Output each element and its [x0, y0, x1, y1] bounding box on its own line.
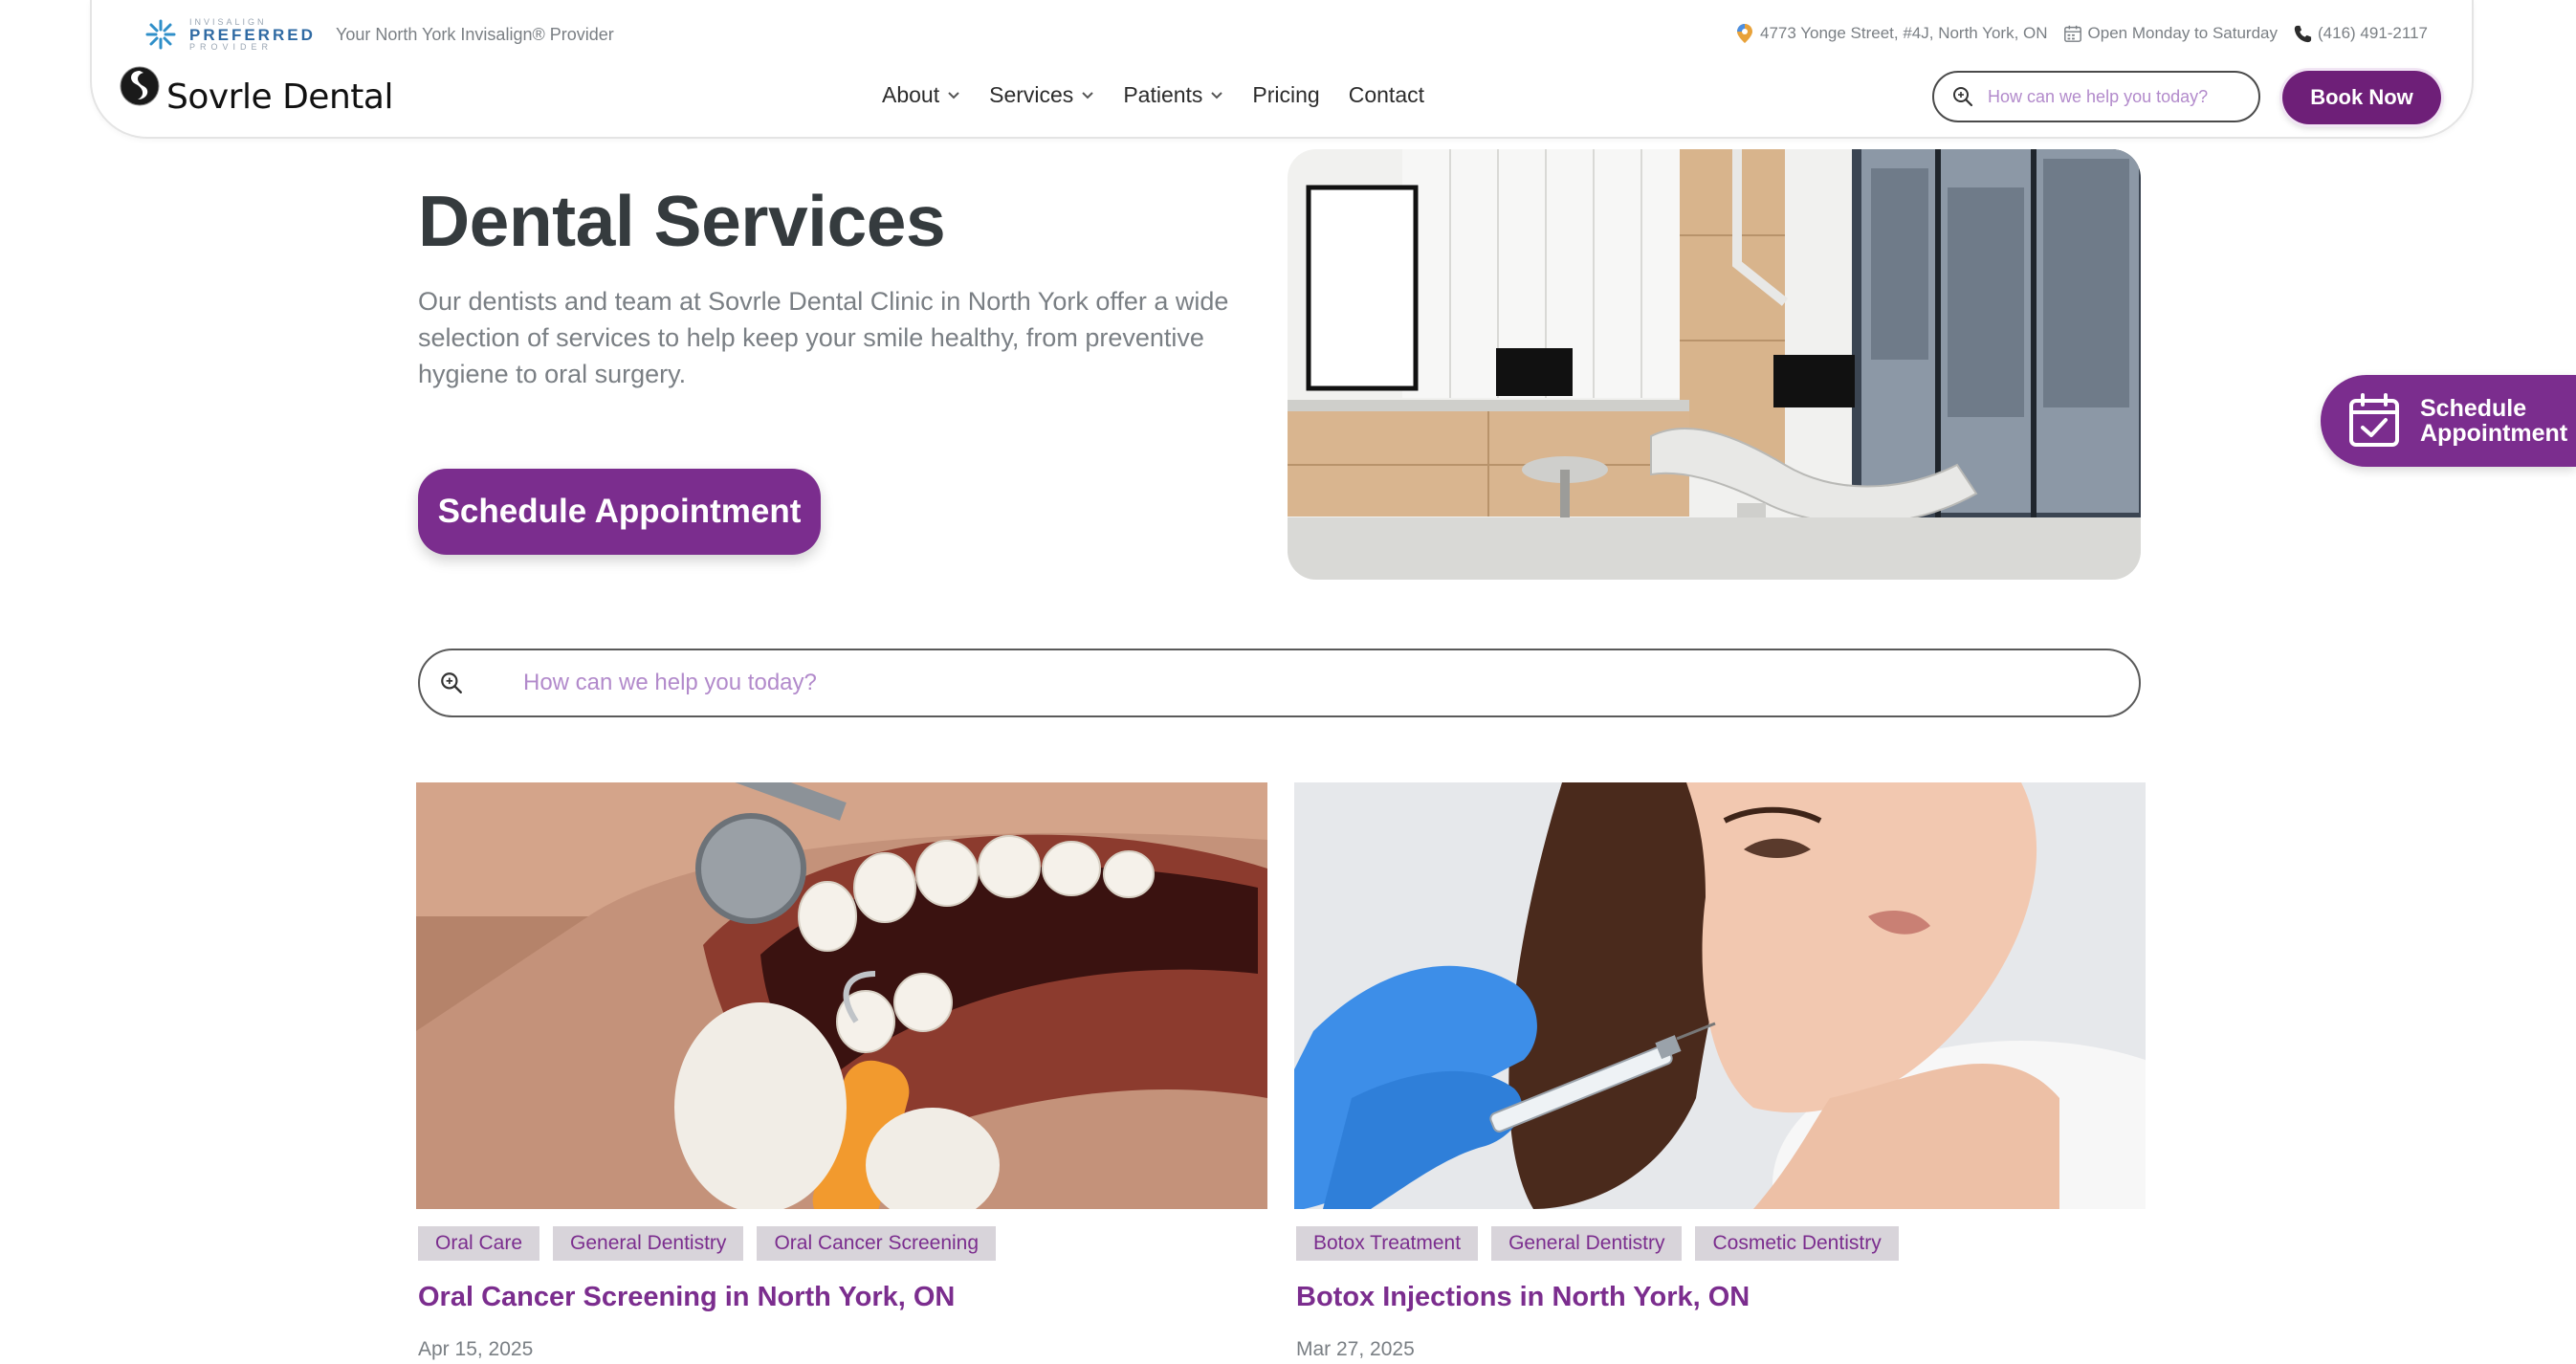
- address-text: 4773 Yonge Street, #4J, North York, ON: [1759, 24, 2048, 42]
- tag-botox-treatment[interactable]: Botox Treatment: [1296, 1226, 1479, 1261]
- nav-pricing-label: Pricing: [1252, 82, 1320, 107]
- provider-label: PROVIDER: [189, 41, 274, 52]
- nav-contact-label: Contact: [1348, 82, 1424, 107]
- schedule-appointment-side-tab[interactable]: Schedule Appointment: [2321, 375, 2576, 467]
- provider-tagline: Your North York Invisalign® Provider: [336, 25, 614, 44]
- main-nav: About Services Patients Pricing Contact: [882, 82, 1424, 108]
- nav-about[interactable]: About: [882, 82, 960, 108]
- calendar-icon: [2063, 25, 2081, 42]
- hero-description: Our dentists and team at Sovrle Dental C…: [418, 287, 1229, 388]
- header-search-input[interactable]: [1988, 86, 2236, 107]
- card-title[interactable]: Oral Cancer Screening in North York, ON: [418, 1282, 1267, 1313]
- logo-text: Sovrle Dental: [166, 77, 393, 117]
- chevron-down-icon: [1082, 91, 1094, 99]
- phone-item[interactable]: (416) 491-2117: [2293, 23, 2428, 44]
- card-tags: Oral Care General Dentistry Oral Cancer …: [418, 1226, 1267, 1261]
- dental-clinic-illustration: [1288, 149, 2141, 580]
- book-now-button[interactable]: Book Now: [2282, 71, 2441, 124]
- nav-contact[interactable]: Contact: [1349, 82, 1424, 108]
- card-image-oral-screening[interactable]: [416, 782, 1267, 1209]
- contact-info: 4773 Yonge Street, #4J, North York, ON O…: [1735, 23, 2428, 44]
- tag-general-dentistry[interactable]: General Dentistry: [553, 1226, 744, 1261]
- schedule-appointment-button[interactable]: Schedule Appointment: [418, 469, 821, 555]
- services-search-input[interactable]: [523, 670, 2054, 696]
- phone-text: (416) 491-2117: [2318, 24, 2428, 42]
- tag-cosmetic-dentistry[interactable]: Cosmetic Dentistry: [1695, 1226, 1899, 1261]
- hours-text: Open Monday to Saturday: [2087, 24, 2278, 42]
- services-search[interactable]: [418, 649, 2141, 717]
- chevron-down-icon: [1211, 91, 1223, 99]
- site-logo[interactable]: Sovrle Dental: [119, 65, 393, 115]
- preferred-label: PREFERRED: [189, 25, 316, 44]
- card-tags: Botox Treatment General Dentistry Cosmet…: [1296, 1226, 2146, 1261]
- hours-item: Open Monday to Saturday: [2063, 23, 2278, 44]
- nav-services-label: Services: [989, 82, 1074, 107]
- nav-patients[interactable]: Patients: [1123, 82, 1223, 108]
- nav-about-label: About: [882, 82, 940, 107]
- hero-clinic-image: [1288, 149, 2141, 580]
- tag-general-dentistry[interactable]: General Dentistry: [1491, 1226, 1683, 1261]
- search-icon: [441, 672, 462, 693]
- address-item[interactable]: 4773 Yonge Street, #4J, North York, ON: [1735, 23, 2048, 44]
- card-date: Apr 15, 2025: [418, 1338, 534, 1360]
- card-date: Mar 27, 2025: [1296, 1338, 1415, 1360]
- service-card: Botox Treatment General Dentistry Cosmet…: [1294, 782, 2146, 1361]
- tag-oral-care[interactable]: Oral Care: [418, 1226, 540, 1261]
- invisalign-badge[interactable]: INVISALIGN PREFERRED PROVIDER: [143, 17, 316, 52]
- calendar-check-icon: [2349, 393, 2399, 447]
- service-card: Oral Care General Dentistry Oral Cancer …: [416, 782, 1267, 1361]
- page-title: Dental Services: [418, 181, 946, 261]
- search-icon: [1953, 87, 1973, 107]
- invisalign-star-icon: [145, 19, 176, 50]
- phone-icon: [2294, 25, 2312, 43]
- logo-swirl-icon: [120, 66, 160, 106]
- header-search[interactable]: [1932, 71, 2260, 122]
- botox-injection-illustration: [1294, 782, 2146, 1209]
- card-image-botox[interactable]: [1294, 782, 2146, 1209]
- oral-exam-illustration: [416, 782, 1267, 1209]
- nav-services[interactable]: Services: [989, 82, 1094, 108]
- side-tab-label: Schedule Appointment: [2420, 396, 2567, 446]
- nav-pricing[interactable]: Pricing: [1252, 82, 1319, 108]
- site-header: INVISALIGN PREFERRED PROVIDER Your North…: [90, 0, 2474, 139]
- side-tab-line2: Appointment: [2420, 420, 2568, 447]
- map-pin-icon: [1736, 24, 1752, 43]
- card-title[interactable]: Botox Injections in North York, ON: [1296, 1282, 2146, 1313]
- side-tab-line1: Schedule: [2420, 395, 2527, 422]
- chevron-down-icon: [948, 91, 959, 99]
- top-bar: INVISALIGN PREFERRED PROVIDER Your North…: [92, 0, 2472, 67]
- tag-oral-cancer-screening[interactable]: Oral Cancer Screening: [757, 1226, 997, 1261]
- nav-patients-label: Patients: [1123, 82, 1203, 107]
